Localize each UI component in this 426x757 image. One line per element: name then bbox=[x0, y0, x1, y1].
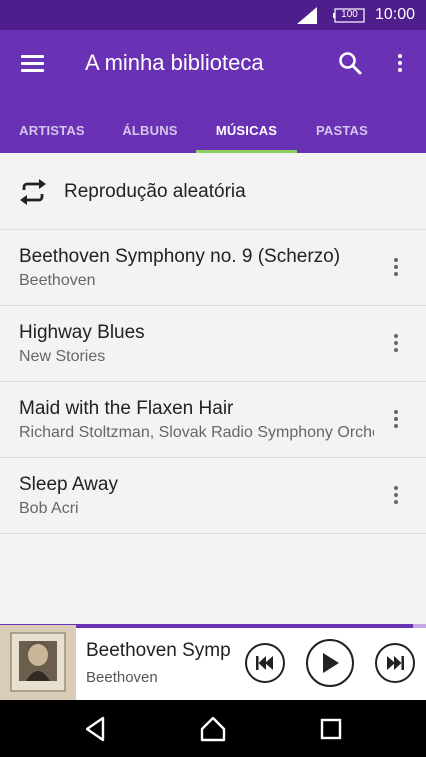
navigation-bar bbox=[0, 700, 426, 757]
mini-player[interactable]: Beethoven Symphony no. 9 (Scherzo) Beeth… bbox=[0, 625, 426, 700]
play-icon bbox=[323, 653, 339, 673]
now-playing-title: Beethoven Symphony no. 9 (Scherzo) bbox=[86, 640, 232, 661]
song-artist: New Stories bbox=[19, 348, 106, 365]
app-bar: A minha biblioteca ARTISTAS ÁLBUNS MÚSIC… bbox=[0, 30, 426, 153]
list-item[interactable]: Maid with the Flaxen Hair Richard Stoltz… bbox=[0, 382, 426, 458]
status-clock: 10:00 bbox=[375, 6, 416, 23]
tab-artists[interactable]: ARTISTAS bbox=[0, 108, 104, 153]
song-artist: Richard Stoltzman, Slovak Radio Symphony… bbox=[19, 424, 374, 441]
back-icon[interactable] bbox=[81, 714, 113, 744]
skip-next-button[interactable] bbox=[375, 643, 415, 683]
song-list: Beethoven Symphony no. 9 (Scherzo) Beeth… bbox=[0, 230, 426, 534]
shuffle-label: Reprodução aleatória bbox=[64, 181, 246, 202]
more-vert-icon[interactable] bbox=[384, 402, 408, 436]
list-item[interactable]: Beethoven Symphony no. 9 (Scherzo) Beeth… bbox=[0, 230, 426, 306]
signal-icon bbox=[297, 7, 317, 24]
tab-songs[interactable]: MÚSICAS bbox=[196, 108, 297, 153]
page-title: A minha biblioteca bbox=[85, 50, 264, 75]
skip-previous-icon bbox=[256, 656, 273, 670]
album-art[interactable] bbox=[0, 625, 76, 700]
song-title: Sleep Away bbox=[19, 474, 118, 495]
search-icon[interactable] bbox=[335, 48, 365, 78]
list-item[interactable]: Highway Blues New Stories bbox=[0, 306, 426, 382]
menu-icon[interactable] bbox=[15, 48, 51, 78]
song-title: Beethoven Symphony no. 9 (Scherzo) bbox=[19, 246, 341, 267]
now-playing-artist: Beethoven bbox=[86, 669, 158, 686]
song-title: Maid with the Flaxen Hair bbox=[19, 398, 234, 419]
battery-level: 100 bbox=[341, 9, 358, 20]
recents-icon[interactable] bbox=[315, 714, 347, 744]
song-title: Highway Blues bbox=[19, 322, 145, 343]
tab-folders[interactable]: PASTAS bbox=[297, 108, 387, 153]
song-artist: Beethoven bbox=[19, 272, 96, 289]
more-vert-icon[interactable] bbox=[384, 478, 408, 512]
more-vert-icon[interactable] bbox=[388, 48, 412, 78]
more-vert-icon[interactable] bbox=[384, 250, 408, 284]
home-icon[interactable] bbox=[197, 714, 229, 744]
list-item[interactable]: Sleep Away Bob Acri bbox=[0, 458, 426, 534]
skip-next-icon bbox=[387, 656, 404, 670]
more-vert-icon[interactable] bbox=[384, 326, 408, 360]
shuffle-all-button[interactable]: Reprodução aleatória bbox=[0, 153, 426, 230]
song-artist: Bob Acri bbox=[19, 500, 79, 517]
tab-albums[interactable]: ÁLBUNS bbox=[104, 108, 196, 153]
status-bar: 100 10:00 bbox=[0, 0, 426, 30]
play-button[interactable] bbox=[306, 639, 354, 687]
tab-bar: ARTISTAS ÁLBUNS MÚSICAS PASTAS bbox=[0, 108, 426, 153]
shuffle-icon bbox=[20, 179, 46, 205]
skip-previous-button[interactable] bbox=[245, 643, 285, 683]
